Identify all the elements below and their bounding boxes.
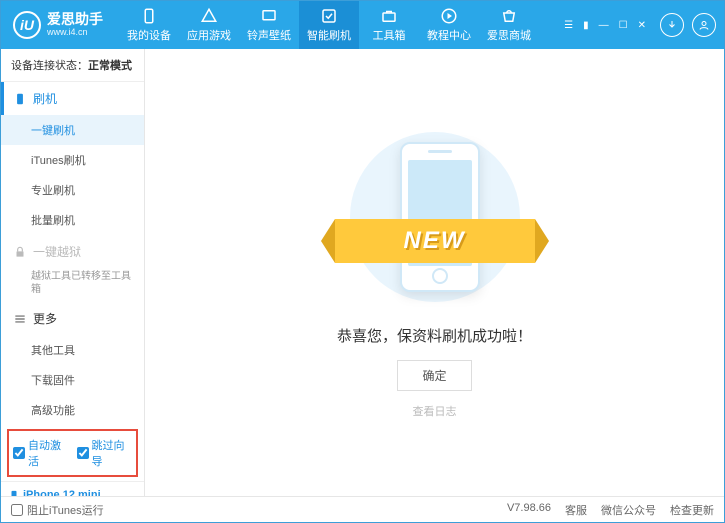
device-panel[interactable]: iPhone 12 mini 64GB Down-12mini-13,1 (1, 481, 144, 496)
cat-flash[interactable]: 刷机 (1, 82, 144, 115)
minimize-button[interactable]: — (597, 18, 611, 33)
user-button[interactable] (692, 13, 716, 37)
statusbar: 阻止iTunes运行 V7.98.66 客服 微信公众号 检查更新 (1, 496, 724, 522)
check-update-link[interactable]: 检查更新 (670, 502, 714, 518)
main-content: NEW 恭喜您，保资料刷机成功啦！ 确定 查看日志 (145, 49, 724, 496)
sidebar-item-oneclick-flash[interactable]: 一键刷机 (1, 115, 144, 145)
lock-icon (13, 245, 27, 259)
support-link[interactable]: 客服 (565, 502, 587, 518)
sidebar-item-download-fw[interactable]: 下载固件 (1, 365, 144, 395)
app-window: iU 爱思助手 www.i4.cn 我的设备 应用游戏 铃声壁纸 智能刷机 (0, 0, 725, 523)
apps-icon (200, 7, 218, 25)
skip-wizard-checkbox[interactable]: 跳过向导 (77, 437, 133, 469)
sidebar: 设备连接状态：正常模式 刷机 一键刷机 iTunes刷机 专业刷机 批量刷机 一… (1, 49, 145, 496)
download-button[interactable] (660, 13, 684, 37)
cat-more[interactable]: 更多 (1, 302, 144, 335)
sidebar-item-batch-flash[interactable]: 批量刷机 (1, 205, 144, 235)
nav-flash[interactable]: 智能刷机 (299, 1, 359, 49)
app-subtitle: www.i4.cn (47, 28, 103, 38)
phone-icon (13, 92, 27, 106)
device-name: iPhone 12 mini (9, 488, 136, 496)
success-illustration: NEW (335, 127, 535, 307)
logo-icon: iU (13, 11, 41, 39)
options-box: 自动激活 跳过向导 (7, 429, 138, 477)
success-message: 恭喜您，保资料刷机成功啦！ (337, 325, 532, 346)
menu-icon[interactable]: ☰ (562, 18, 575, 33)
nav-tutorials[interactable]: 教程中心 (419, 1, 479, 49)
store-icon (500, 7, 518, 25)
ok-button[interactable]: 确定 (397, 360, 471, 391)
logo: iU 爱思助手 www.i4.cn (13, 11, 103, 39)
nav-store[interactable]: 爱思商城 (479, 1, 539, 49)
wallpaper-icon (260, 7, 278, 25)
window-controls: ☰ ▮ — ☐ ✕ (562, 18, 648, 33)
more-icon (13, 312, 27, 326)
toolbox-icon (380, 7, 398, 25)
nav-apps[interactable]: 应用游戏 (179, 1, 239, 49)
maximize-button[interactable]: ☐ (617, 18, 630, 33)
close-button[interactable]: ✕ (636, 18, 648, 33)
connection-status: 设备连接状态：正常模式 (1, 49, 144, 82)
view-log-link[interactable]: 查看日志 (413, 403, 457, 419)
cat-jailbreak: 一键越狱 (1, 235, 144, 268)
nav-ringtones[interactable]: 铃声壁纸 (239, 1, 299, 49)
app-title: 爱思助手 (47, 12, 103, 27)
phone-icon (9, 488, 19, 496)
sidebar-item-pro-flash[interactable]: 专业刷机 (1, 175, 144, 205)
ribbon-text: NEW (404, 227, 466, 255)
sidebar-item-itunes-flash[interactable]: iTunes刷机 (1, 145, 144, 175)
device-icon (140, 7, 158, 25)
version-label: V7.98.66 (507, 502, 551, 518)
sidebar-item-advanced[interactable]: 高级功能 (1, 395, 144, 425)
jailbreak-note: 越狱工具已转移至工具箱 (1, 268, 144, 302)
flash-icon (320, 7, 338, 25)
main-nav: 我的设备 应用游戏 铃声壁纸 智能刷机 工具箱 教程中心 (119, 1, 562, 49)
lock-icon[interactable]: ▮ (581, 18, 591, 33)
nav-my-device[interactable]: 我的设备 (119, 1, 179, 49)
wechat-link[interactable]: 微信公众号 (601, 502, 656, 518)
block-itunes-checkbox[interactable]: 阻止iTunes运行 (11, 502, 104, 518)
sidebar-item-other-tools[interactable]: 其他工具 (1, 335, 144, 365)
nav-toolbox[interactable]: 工具箱 (359, 1, 419, 49)
titlebar: iU 爱思助手 www.i4.cn 我的设备 应用游戏 铃声壁纸 智能刷机 (1, 1, 724, 49)
tutorial-icon (440, 7, 458, 25)
auto-activate-checkbox[interactable]: 自动激活 (13, 437, 69, 469)
